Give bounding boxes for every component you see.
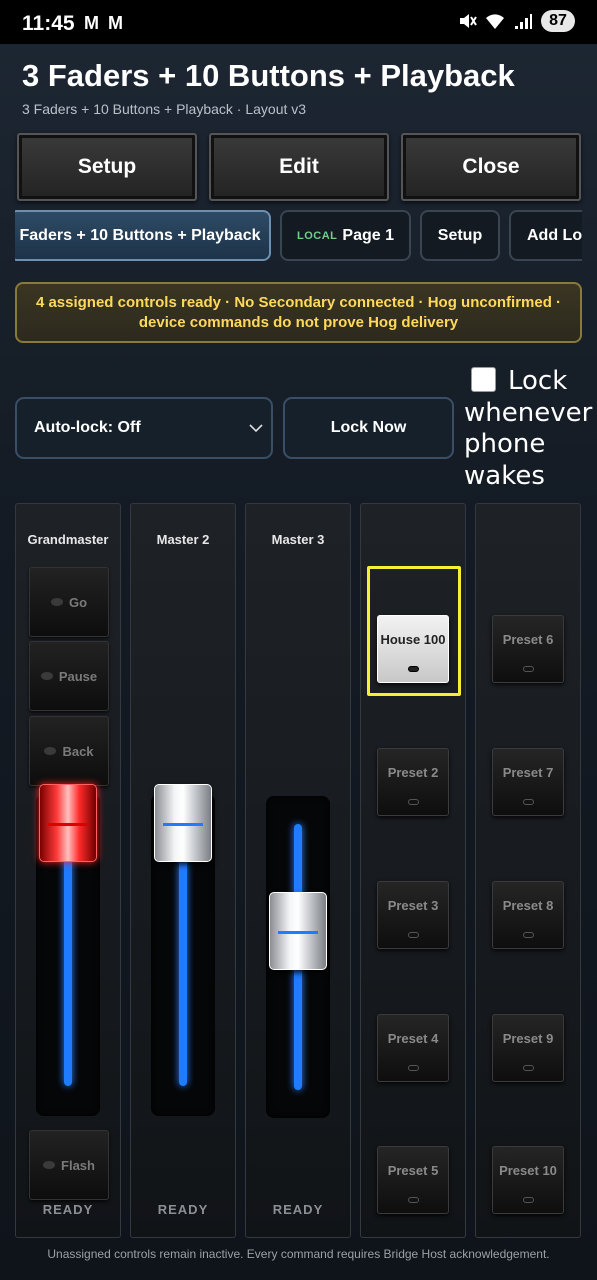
led-icon	[43, 1161, 56, 1169]
preset-column-2	[475, 503, 581, 1238]
close-button[interactable]: Close	[401, 133, 581, 201]
fader-lane	[64, 824, 72, 1086]
fader-status: READY	[272, 1202, 324, 1217]
preset-button-3[interactable]: Preset 3	[377, 881, 449, 949]
fader-label: Master 3	[271, 532, 325, 547]
fader-status: READY	[42, 1202, 94, 1217]
autolock-select[interactable]: Auto-lock: Off	[15, 397, 273, 459]
edit-button[interactable]: Edit	[209, 133, 389, 201]
tab-setup[interactable]: Setup	[420, 210, 500, 261]
autolock-value: Auto-lock: Off	[34, 419, 141, 436]
mute-icon	[460, 14, 477, 28]
go-button[interactable]: Go	[29, 567, 109, 637]
page-title: 3 Faders + 10 Buttons + Playback	[22, 58, 515, 93]
preset-button-7[interactable]: Preset 7	[492, 748, 564, 816]
setup-button[interactable]: Setup	[17, 133, 197, 201]
status-bar: 11:45 M M 87	[0, 0, 597, 44]
preset-button-2[interactable]: Preset 2	[377, 748, 449, 816]
status-banner: 4 assigned controls ready · No Secondary…	[15, 282, 582, 343]
tab-label: Setup	[437, 226, 483, 244]
tab-add-location[interactable]: Add Loc	[509, 210, 582, 261]
footer-note: Unassigned controls remain inactive. Eve…	[47, 1247, 550, 1261]
clock: 11:45	[22, 12, 75, 35]
lock-on-wake-label: Lock whenever phone wakes	[464, 366, 593, 491]
battery-indicator: 87	[541, 10, 575, 32]
system-indicators: 87	[457, 10, 575, 32]
fader-label: Grandmaster	[27, 532, 109, 547]
led-icon	[50, 598, 63, 606]
page-subtitle: 3 Faders + 10 Buttons + Playback · Layou…	[22, 101, 307, 117]
fader-strip-grandmaster: Grandmaster Go Pause Back Flash READY	[15, 503, 121, 1238]
preset-button-house-100[interactable]: House 100	[377, 615, 449, 683]
fader-status: READY	[157, 1202, 209, 1217]
tab-label: Add Loc	[527, 226, 582, 244]
wifi-icon	[486, 14, 504, 29]
preset-button-9[interactable]: Preset 9	[492, 1014, 564, 1082]
preset-button-5[interactable]: Preset 5	[377, 1146, 449, 1214]
page-tabs: Faders + 10 Buttons + Playback LOCAL Pag…	[15, 210, 582, 262]
back-button[interactable]: Back	[29, 716, 109, 786]
fader-strip-master-2: Master 2 READY	[130, 503, 236, 1238]
preset-button-10[interactable]: Preset 10	[492, 1146, 564, 1214]
pause-button[interactable]: Pause	[29, 641, 109, 711]
fader-label: Master 2	[156, 532, 210, 547]
led-icon	[40, 672, 53, 680]
fader-lane	[179, 824, 187, 1086]
tab-label: Faders + 10 Buttons + Playback	[19, 226, 261, 244]
chevron-down-icon	[249, 424, 263, 433]
fader-knob[interactable]	[269, 892, 327, 970]
fader-knob[interactable]	[39, 784, 97, 862]
flash-button[interactable]: Flash	[29, 1130, 109, 1200]
local-badge: LOCAL	[297, 229, 338, 242]
preset-button-6[interactable]: Preset 6	[492, 615, 564, 683]
led-icon	[44, 747, 57, 755]
signal-icon	[515, 14, 532, 29]
tab-label: Page 1	[342, 226, 394, 244]
fader-knob[interactable]	[154, 784, 212, 862]
tab-page-1[interactable]: LOCAL Page 1	[280, 210, 411, 261]
fader-strip-master-3: Master 3 READY	[245, 503, 351, 1238]
preset-button-8[interactable]: Preset 8	[492, 881, 564, 949]
tab-layout[interactable]: Faders + 10 Buttons + Playback	[15, 210, 271, 261]
preset-button-4[interactable]: Preset 4	[377, 1014, 449, 1082]
lock-now-button[interactable]: Lock Now	[283, 397, 454, 459]
notification-icons: M M	[84, 13, 125, 33]
